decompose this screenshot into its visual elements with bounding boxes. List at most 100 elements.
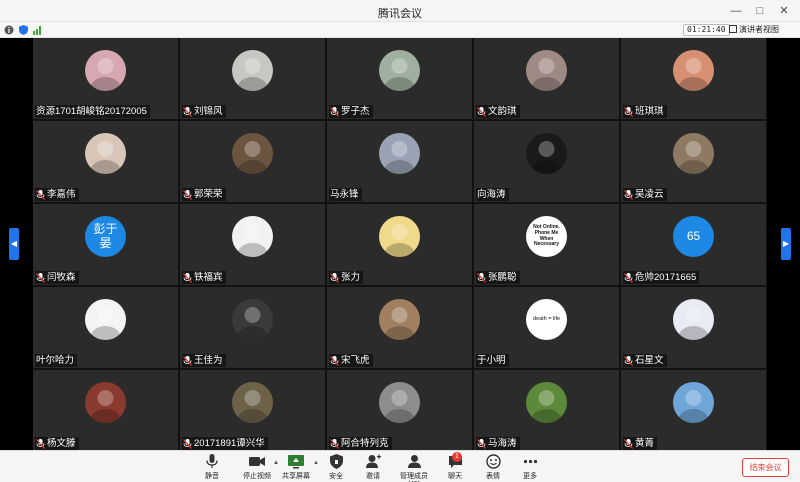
participant-name: 张力 [341, 272, 361, 283]
participant-name-tag: 铁福宾 [182, 271, 226, 284]
participant-avatar [232, 133, 273, 174]
shield-icon[interactable] [19, 25, 28, 35]
meeting-timer: 01:21:40 [683, 24, 730, 36]
participant-name-tag: 石星文 [623, 354, 667, 367]
participant-avatar [85, 382, 126, 423]
signal-icon [33, 26, 41, 35]
participant-tile[interactable]: 吴凌云 [621, 121, 766, 202]
participant-tile[interactable]: 黄菁 [621, 370, 766, 451]
participant-tile[interactable]: 彭于晏 闫牧森 [33, 204, 178, 285]
participant-name-tag: 向海涛 [476, 188, 509, 201]
participant-name: 黄菁 [635, 438, 655, 449]
maximize-button[interactable]: □ [752, 3, 768, 19]
chat-button[interactable]: 聊天 1 [445, 452, 465, 481]
participant-tile[interactable]: Not Online. Phone Me When Necessary 张鹏聪 [474, 204, 619, 285]
participant-tile[interactable]: 铁福宾 [180, 204, 325, 285]
participant-tile[interactable]: 资源1701胡峻铭20172005 [33, 38, 178, 119]
participant-avatar [379, 216, 420, 257]
participant-avatar [232, 382, 273, 423]
participant-tile[interactable]: 马永锋 [327, 121, 472, 202]
muted-microphone-icon [624, 438, 633, 449]
reactions-button[interactable]: 表情 [483, 454, 503, 481]
muted-microphone-icon [36, 189, 45, 200]
mute-button[interactable]: 静音 [201, 454, 223, 481]
stop-video-label: 停止视频 [243, 473, 271, 480]
participant-name: 刘锦风 [194, 106, 223, 117]
participant-name: 叶尔哈力 [36, 355, 75, 366]
share-more-caret-icon[interactable]: ▲ [313, 460, 319, 466]
close-button[interactable]: ✕ [776, 3, 792, 19]
meeting-toolbar: 静音 停止视频 ▲ 共享屏幕 ▲ ▲ 安全 邀请 管理成员(45) 聊天 1 [0, 450, 800, 482]
participant-tile[interactable]: 马海涛 [474, 370, 619, 451]
end-meeting-button[interactable]: 结束会议 [742, 458, 789, 477]
participant-name-tag: 叶尔哈力 [35, 354, 78, 367]
participant-name-tag: 马永锋 [329, 188, 362, 201]
participant-name-tag: 班琪琪 [623, 105, 667, 118]
minimize-button[interactable]: — [728, 3, 744, 19]
share-screen-icon [288, 455, 304, 469]
participant-tile[interactable]: 郭荣荣 [180, 121, 325, 202]
participant-tile[interactable]: 石星文 [621, 287, 766, 368]
security-button[interactable]: 安全 [326, 454, 346, 481]
participant-avatar [85, 299, 126, 340]
participant-tile[interactable]: 杨文滕 [33, 370, 178, 451]
video-camera-icon [249, 457, 265, 466]
manage-members-button[interactable]: 管理成员(45) [394, 454, 434, 482]
participant-name-tag: 资源1701胡峻铭20172005 [35, 105, 150, 118]
more-button[interactable]: 更多 [520, 454, 540, 481]
chat-unread-badge: 1 [452, 452, 462, 462]
participant-name: 20171891谭兴华 [194, 438, 265, 449]
avatar-text: 彭于晏 [93, 221, 118, 250]
stop-video-button[interactable]: 停止视频 ▲ [243, 454, 279, 481]
participant-name-tag: 吴凌云 [623, 188, 667, 201]
avatar-text: death = life [532, 316, 561, 323]
participant-name-tag: 张鹏聪 [476, 271, 520, 284]
chat-label: 聊天 [448, 473, 462, 480]
participant-avatar [85, 50, 126, 91]
share-options-caret-icon[interactable]: ▲ [273, 460, 279, 466]
participant-tile[interactable]: 向海涛 [474, 121, 619, 202]
presenter-view-toggle[interactable]: 演讲者视图 [729, 24, 779, 36]
participant-avatar: 65 [673, 216, 714, 257]
participant-tile[interactable]: 刘锦风 [180, 38, 325, 119]
security-label: 安全 [329, 473, 343, 480]
participant-avatar: Not Online. Phone Me When Necessary [526, 216, 567, 257]
participant-name-tag: 刘锦风 [182, 105, 226, 118]
participant-name: 吴凌云 [635, 189, 664, 200]
participant-name: 罗子杰 [341, 106, 370, 117]
add-user-icon [365, 454, 381, 468]
participant-name: 阿合特列克 [341, 438, 389, 449]
participant-tile[interactable]: death = life 于小明 [474, 287, 619, 368]
participant-name-tag: 罗子杰 [329, 105, 373, 118]
participant-tile[interactable]: 20171891谭兴华 [180, 370, 325, 451]
participant-tile[interactable]: 罗子杰 [327, 38, 472, 119]
video-grid: 资源1701胡峻铭20172005 刘锦风 罗子杰 文韵琪 班琪琪李嘉伟 郭荣荣 马永锋 向海… [33, 38, 767, 451]
participant-name-tag: 阿合特列克 [329, 437, 392, 450]
muted-microphone-icon [477, 106, 486, 117]
previous-page-button[interactable]: ◀ [9, 228, 19, 260]
window-title: 腾讯会议 [378, 8, 422, 20]
participant-tile[interactable]: 班琪琪 [621, 38, 766, 119]
smiley-icon [485, 454, 501, 469]
muted-microphone-icon [330, 272, 339, 283]
invite-button[interactable]: 邀请 [362, 454, 384, 481]
muted-microphone-icon [624, 355, 633, 366]
share-screen-button[interactable]: 共享屏幕 ▲ ▲ [273, 454, 319, 481]
participant-avatar [673, 133, 714, 174]
members-icon [407, 455, 421, 468]
participant-tile[interactable]: 文韵琪 [474, 38, 619, 119]
muted-microphone-icon [330, 106, 339, 117]
reactions-label: 表情 [486, 473, 500, 480]
participant-tile[interactable]: 张力 [327, 204, 472, 285]
participant-tile[interactable]: 王佳为 [180, 287, 325, 368]
chevron-left-icon: ◀ [10, 239, 18, 248]
participant-tile[interactable]: 阿合特列克 [327, 370, 472, 451]
share-screen-label: 共享屏幕 [282, 473, 310, 480]
next-page-button[interactable]: ▶ [781, 228, 791, 260]
participant-tile[interactable]: 宋飞虎 [327, 287, 472, 368]
participant-tile[interactable]: 李嘉伟 [33, 121, 178, 202]
participant-tile[interactable]: 叶尔哈力 [33, 287, 178, 368]
muted-microphone-icon [477, 438, 486, 449]
participant-tile[interactable]: 65 危帅20171665 [621, 204, 766, 285]
info-icon[interactable] [4, 25, 14, 35]
